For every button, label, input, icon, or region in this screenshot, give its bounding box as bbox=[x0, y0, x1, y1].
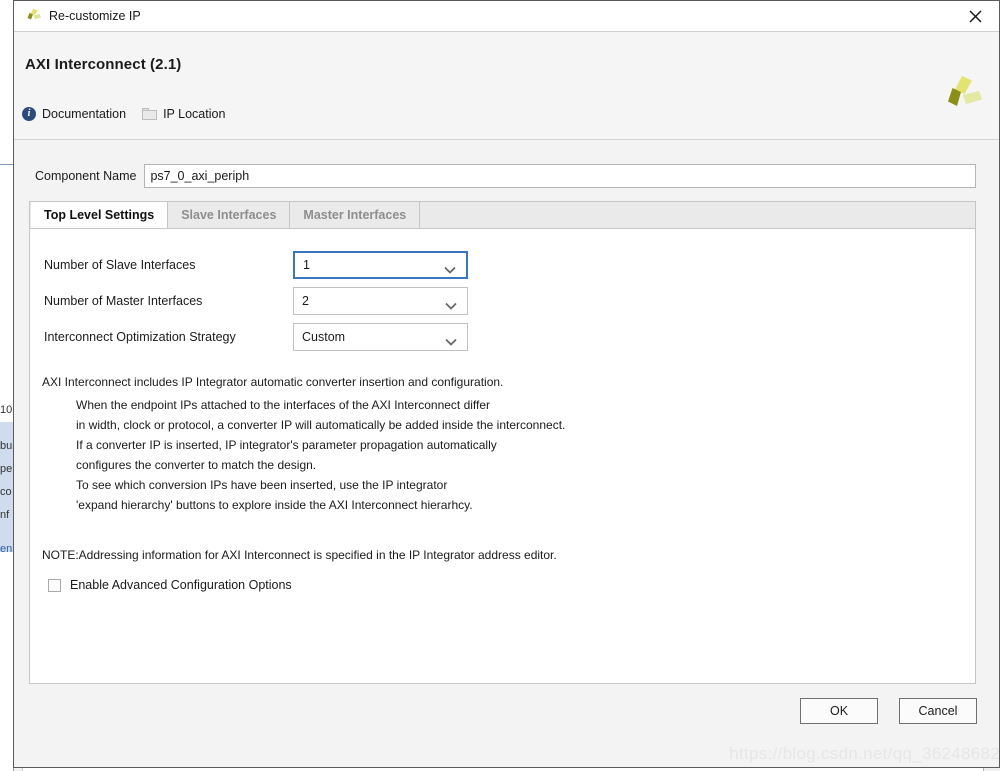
description-text: AXI Interconnect includes IP Integrator … bbox=[42, 372, 565, 515]
background-text-fragment: nf bbox=[0, 509, 10, 521]
settings-list: Number of Slave Interfaces 1 Number of M… bbox=[30, 247, 975, 355]
background-text-fragment: co bbox=[0, 486, 12, 498]
ok-button[interactable]: OK bbox=[800, 698, 878, 724]
optimization-strategy-dropdown[interactable]: Custom bbox=[293, 323, 468, 351]
tab-strip-filler bbox=[420, 202, 975, 229]
chevron-down-icon bbox=[445, 297, 457, 310]
optimization-strategy-label: Interconnect Optimization Strategy bbox=[44, 330, 236, 344]
description-line: To see which conversion IPs have been in… bbox=[76, 478, 448, 492]
description-line: 'expand hierarchy' buttons to explore in… bbox=[76, 498, 473, 512]
documentation-link[interactable]: i Documentation bbox=[22, 107, 126, 121]
footer-button-group: OK Cancel bbox=[800, 698, 977, 724]
background-text-fragment: en bbox=[0, 543, 13, 555]
background-text-fragment: pe bbox=[0, 463, 13, 475]
description-line: If a converter IP is inserted, IP integr… bbox=[76, 438, 497, 452]
description-line: in width, clock or protocol, a converter… bbox=[76, 418, 566, 432]
description-line: configures the converter to match the de… bbox=[76, 458, 317, 472]
setting-row-optimization-strategy: Interconnect Optimization Strategy Custo… bbox=[30, 319, 975, 355]
recustomize-ip-dialog: Re-customize IP AXI Interconnect (2.1) i… bbox=[13, 0, 1000, 768]
chevron-down-icon bbox=[444, 261, 456, 274]
chevron-down-icon bbox=[445, 333, 457, 346]
dialog-title: Re-customize IP bbox=[49, 9, 141, 23]
master-interfaces-value: 2 bbox=[302, 294, 309, 308]
component-name-row: Component Name bbox=[14, 164, 999, 188]
description-sublines: When the endpoint IPs attached to the in… bbox=[76, 395, 565, 515]
description-lead: AXI Interconnect includes IP Integrator … bbox=[42, 375, 504, 389]
master-interfaces-dropdown[interactable]: 2 bbox=[293, 287, 468, 315]
enable-advanced-config-label: Enable Advanced Configuration Options bbox=[70, 578, 292, 592]
addressing-note: NOTE:Addressing information for AXI Inte… bbox=[42, 548, 557, 562]
documentation-link-label: Documentation bbox=[42, 107, 127, 121]
background-text-fragment: 10 bbox=[0, 404, 13, 416]
dialog-body: Component Name Top Level Settings Slave … bbox=[14, 140, 999, 767]
slave-interfaces-value: 1 bbox=[303, 258, 310, 272]
ip-location-link[interactable]: IP Location bbox=[142, 107, 225, 121]
checkbox-box-icon bbox=[48, 578, 61, 592]
background-rule bbox=[0, 164, 13, 165]
component-name-input[interactable] bbox=[144, 164, 976, 188]
header-links: i Documentation IP Location bbox=[22, 107, 225, 121]
close-icon[interactable] bbox=[957, 3, 993, 29]
optimization-strategy-value: Custom bbox=[302, 330, 346, 344]
ip-location-link-label: IP Location bbox=[163, 107, 226, 121]
tab-slave-interfaces[interactable]: Slave Interfaces bbox=[168, 202, 291, 229]
watermark: https://blog.csdn.net/qq_36248682 bbox=[729, 744, 1000, 763]
master-interfaces-label: Number of Master Interfaces bbox=[44, 294, 203, 308]
setting-row-master-interfaces: Number of Master Interfaces 2 bbox=[30, 283, 975, 319]
page-title: AXI Interconnect (2.1) bbox=[25, 56, 182, 73]
dialog-titlebar: Re-customize IP bbox=[14, 1, 999, 32]
slave-interfaces-dropdown[interactable]: 1 bbox=[293, 251, 468, 279]
folder-icon bbox=[142, 108, 158, 120]
slave-interfaces-label: Number of Slave Interfaces bbox=[44, 258, 196, 272]
enable-advanced-config-checkbox[interactable]: Enable Advanced Configuration Options bbox=[48, 578, 292, 592]
top-level-settings-panel: Number of Slave Interfaces 1 Number of M… bbox=[29, 228, 976, 684]
tab-strip: Top Level Settings Slave Interfaces Mast… bbox=[29, 201, 976, 230]
settings-tab-area: Top Level Settings Slave Interfaces Mast… bbox=[29, 201, 976, 684]
xilinx-logo-icon bbox=[24, 7, 42, 25]
background-left-panel-inner: 10 bu pe co nf en bbox=[0, 0, 14, 771]
setting-row-slave-interfaces: Number of Slave Interfaces 1 bbox=[30, 247, 975, 283]
component-name-label: Component Name bbox=[35, 169, 137, 183]
xilinx-logo-icon bbox=[939, 74, 983, 114]
info-icon: i bbox=[22, 107, 36, 121]
tab-top-level-settings[interactable]: Top Level Settings bbox=[31, 202, 169, 230]
dialog-header: AXI Interconnect (2.1) i Documentation I… bbox=[14, 32, 999, 140]
cancel-button[interactable]: Cancel bbox=[899, 698, 977, 724]
tab-master-interfaces[interactable]: Master Interfaces bbox=[290, 202, 421, 229]
background-text-fragment: bu bbox=[0, 440, 13, 452]
description-line: When the endpoint IPs attached to the in… bbox=[76, 398, 491, 412]
